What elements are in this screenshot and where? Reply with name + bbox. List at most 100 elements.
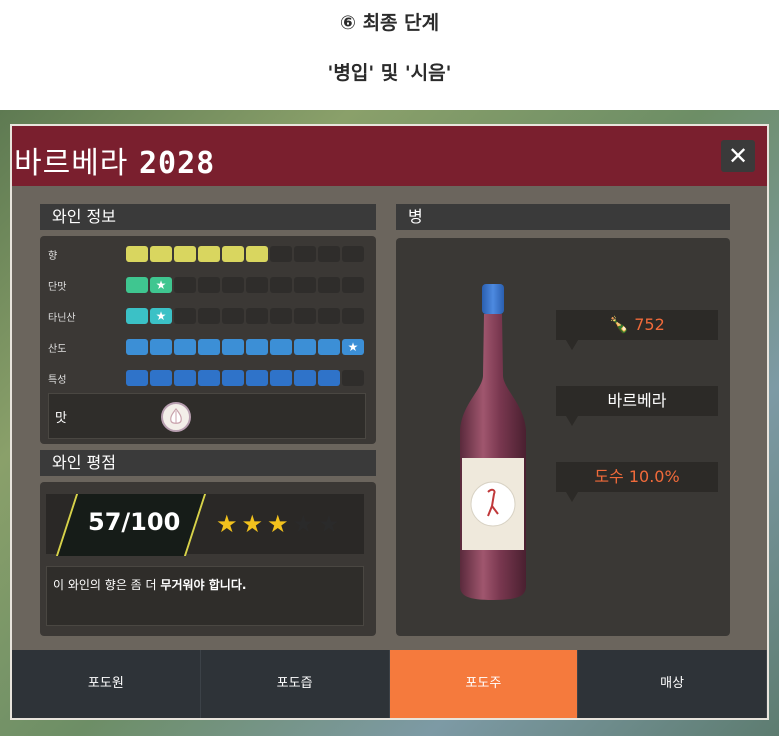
attribute-cell bbox=[342, 277, 364, 293]
step-caption: ⑥ 최종 단계 bbox=[339, 12, 440, 34]
attribute-bar bbox=[126, 370, 364, 386]
bottle-header: 병 bbox=[396, 204, 730, 230]
attribute-cell bbox=[198, 370, 220, 386]
attribute-cell bbox=[270, 308, 292, 324]
rating-star-icon: ★ bbox=[216, 510, 238, 538]
attribute-cell bbox=[222, 370, 244, 386]
attribute-cell bbox=[198, 339, 220, 355]
attribute-cell bbox=[246, 339, 268, 355]
score-strip: 57/100 ★ ★ ★ ★ ★ bbox=[46, 494, 364, 556]
attribute-cell bbox=[318, 246, 340, 262]
attribute-cell bbox=[174, 370, 196, 386]
attribute-cell bbox=[246, 370, 268, 386]
wine-dialog: 바르베라 2028 ✕ 와인 정보 향 단맛 ★ 타닌산 ★ 산도 ★ 특성 맛 와인 평점 … bbox=[10, 124, 769, 720]
score-value: 57/100 bbox=[88, 508, 181, 536]
attribute-cell bbox=[198, 308, 220, 324]
attribute-cell bbox=[342, 370, 364, 386]
attribute-cell bbox=[270, 277, 292, 293]
attribute-cell bbox=[150, 370, 172, 386]
star-icon: ★ bbox=[347, 340, 359, 354]
wine-info-box: 향 단맛 ★ 타닌산 ★ 산도 ★ 특성 맛 bbox=[40, 236, 376, 444]
wine-year: 2028 bbox=[138, 146, 216, 181]
attribute-cell bbox=[150, 339, 172, 355]
wine-title: 바르베라 2028 bbox=[14, 138, 215, 182]
star-rating: ★ ★ ★ ★ ★ bbox=[216, 512, 340, 536]
wine-name: 바르베라 bbox=[14, 146, 129, 181]
attribute-cell bbox=[294, 277, 316, 293]
attribute-cell bbox=[150, 246, 172, 262]
attribute-cell bbox=[222, 277, 244, 293]
attribute-row: 단맛 ★ bbox=[48, 277, 368, 293]
attribute-row: 산도 ★ bbox=[48, 339, 368, 355]
attribute-bar: ★ bbox=[126, 308, 364, 324]
tab-1[interactable]: 포도즙 bbox=[200, 650, 390, 718]
bottom-tab-bar: 포도원 포도즙 포도주 매상 bbox=[12, 650, 767, 718]
wine-bottle-image bbox=[460, 284, 526, 600]
attribute-cell bbox=[222, 308, 244, 324]
bottle-box: 🍾 752 바르베라 도수 10.0% bbox=[396, 238, 730, 636]
wine-rating-header: 와인 평점 bbox=[40, 450, 376, 476]
rating-comment: 이 와인의 향은 좀 더 무거워야 합니다. bbox=[46, 566, 364, 626]
attribute-cell: ★ bbox=[150, 308, 172, 324]
attribute-cell bbox=[246, 277, 268, 293]
attribute-cell bbox=[126, 246, 148, 262]
attribute-cell bbox=[174, 277, 196, 293]
tab-3[interactable]: 매상 bbox=[578, 650, 767, 718]
attribute-row: 특성 bbox=[48, 370, 368, 386]
attribute-cell bbox=[174, 308, 196, 324]
attribute-cell bbox=[294, 370, 316, 386]
attribute-cell: ★ bbox=[342, 339, 364, 355]
attribute-cell bbox=[318, 308, 340, 324]
rating-star-icon: ★ bbox=[267, 510, 289, 538]
attribute-bar: ★ bbox=[126, 339, 364, 355]
attribute-cell bbox=[126, 277, 148, 293]
attribute-cell bbox=[126, 308, 148, 324]
attribute-cell bbox=[342, 246, 364, 262]
attribute-cell bbox=[318, 370, 340, 386]
tab-0[interactable]: 포도원 bbox=[12, 650, 201, 718]
bottles-icon: 🍾 bbox=[609, 315, 630, 334]
close-button[interactable]: ✕ bbox=[721, 140, 755, 172]
attribute-cell bbox=[246, 308, 268, 324]
attribute-label: 특성 bbox=[48, 375, 67, 386]
attribute-cell bbox=[318, 277, 340, 293]
bottle-count: 752 bbox=[634, 315, 665, 334]
garlic-icon[interactable] bbox=[161, 402, 191, 432]
rating-star-icon: ★ bbox=[241, 510, 264, 538]
bottle-count-tag: 🍾 752 bbox=[556, 310, 718, 350]
attribute-cell bbox=[174, 246, 196, 262]
step-subcaption: '병입' 및 '시음' bbox=[327, 62, 452, 84]
attribute-cell bbox=[270, 370, 292, 386]
attribute-label: 향 bbox=[48, 251, 58, 262]
attribute-cell bbox=[126, 339, 148, 355]
taste-row: 맛 bbox=[48, 393, 366, 439]
title-bar: 바르베라 2028 ✕ bbox=[12, 126, 767, 186]
attribute-cell bbox=[270, 339, 292, 355]
attribute-cell: ★ bbox=[150, 277, 172, 293]
abv-tag: 도수 10.0% bbox=[556, 462, 718, 502]
attribute-label: 타닌산 bbox=[48, 313, 76, 324]
comment-text: 이 와인의 향은 좀 더 bbox=[53, 578, 161, 592]
comment-emphasis: 무거워야 합니다. bbox=[160, 578, 247, 592]
star-icon: ★ bbox=[155, 309, 167, 323]
attribute-cell bbox=[294, 339, 316, 355]
tab-2[interactable]: 포도주 bbox=[389, 650, 579, 718]
attribute-cell bbox=[294, 308, 316, 324]
star-icon: ★ bbox=[155, 278, 167, 292]
attribute-cell bbox=[198, 246, 220, 262]
wine-rating-box: 57/100 ★ ★ ★ ★ ★ 이 와인의 향은 좀 더 무거워야 합니다. bbox=[40, 482, 376, 636]
attribute-cell bbox=[270, 246, 292, 262]
attribute-row: 타닌산 ★ bbox=[48, 308, 368, 324]
attribute-cell bbox=[174, 339, 196, 355]
attribute-bar: ★ bbox=[126, 277, 364, 293]
wine-info-header: 와인 정보 bbox=[40, 204, 376, 230]
attribute-cell bbox=[342, 308, 364, 324]
attribute-cell bbox=[318, 339, 340, 355]
rating-star-icon: ★ bbox=[292, 510, 315, 538]
variety-tag: 바르베라 bbox=[556, 386, 718, 426]
attribute-row: 향 bbox=[48, 246, 368, 262]
taste-label: 맛 bbox=[55, 411, 67, 426]
attribute-bar bbox=[126, 246, 364, 262]
attribute-cell bbox=[222, 246, 244, 262]
attribute-cell bbox=[246, 246, 268, 262]
